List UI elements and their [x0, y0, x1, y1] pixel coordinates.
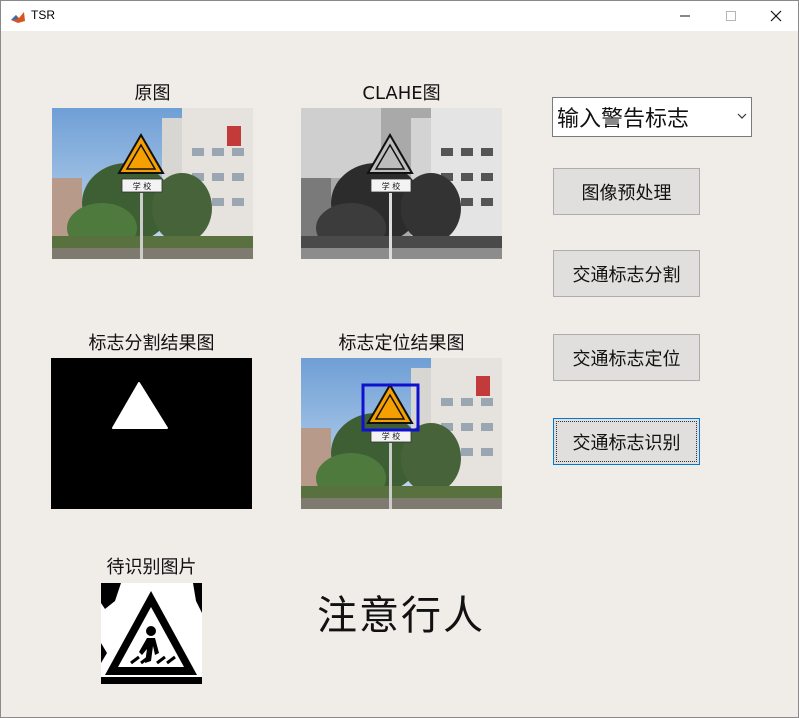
figure-area: 原图 CLAHE图 标志分割结果图 标志定位结果图 待识别图片 学 校 学 校 …	[1, 31, 798, 717]
segmentation-image	[51, 358, 252, 509]
clahe-sign-plate-text: 学 校	[382, 181, 401, 191]
close-button[interactable]	[753, 1, 799, 31]
preprocess-button-label: 图像预处理	[581, 182, 672, 204]
locate-button-label: 交通标志定位	[572, 348, 681, 370]
recognize-title: 待识别图片	[106, 557, 197, 578]
segment-button-label: 交通标志分割	[572, 264, 681, 286]
localization-title: 标志定位结果图	[338, 333, 465, 354]
locate-button[interactable]: 交通标志定位	[553, 334, 700, 381]
select-value: 输入警告标志	[557, 107, 690, 132]
recognize-button[interactable]: 交通标志识别	[553, 418, 700, 465]
maximize-button[interactable]	[708, 1, 754, 31]
original-image: 学 校	[52, 108, 253, 259]
minimize-button[interactable]	[662, 1, 708, 31]
matlab-icon	[10, 9, 26, 25]
chevron-down-icon	[737, 113, 747, 119]
window-title: TSR	[31, 8, 55, 22]
minimize-icon	[680, 15, 690, 17]
sign-type-select[interactable]: 输入警告标志	[552, 97, 752, 137]
original-title: 原图	[134, 83, 171, 104]
recognize-image	[101, 583, 202, 684]
localization-image: 学 校	[301, 358, 502, 509]
preprocess-button[interactable]: 图像预处理	[553, 168, 700, 215]
original-sign-plate-text: 学 校	[133, 181, 152, 191]
app-window: TSR 原图 CLAHE图 标志分割结果图 标志定位结果图 待识别图片 学 校 …	[0, 0, 799, 718]
recognition-result: 注意行人	[317, 593, 485, 639]
close-icon	[770, 10, 782, 22]
localization-sign-plate-text: 学 校	[382, 431, 401, 441]
maximize-icon	[726, 11, 736, 21]
clahe-image: 学 校	[301, 108, 502, 259]
segmentation-title: 标志分割结果图	[88, 333, 215, 354]
title-bar: TSR	[1, 1, 798, 31]
clahe-title: CLAHE图	[362, 83, 441, 104]
segment-button[interactable]: 交通标志分割	[553, 250, 700, 297]
recognize-button-label: 交通标志识别	[572, 432, 681, 454]
